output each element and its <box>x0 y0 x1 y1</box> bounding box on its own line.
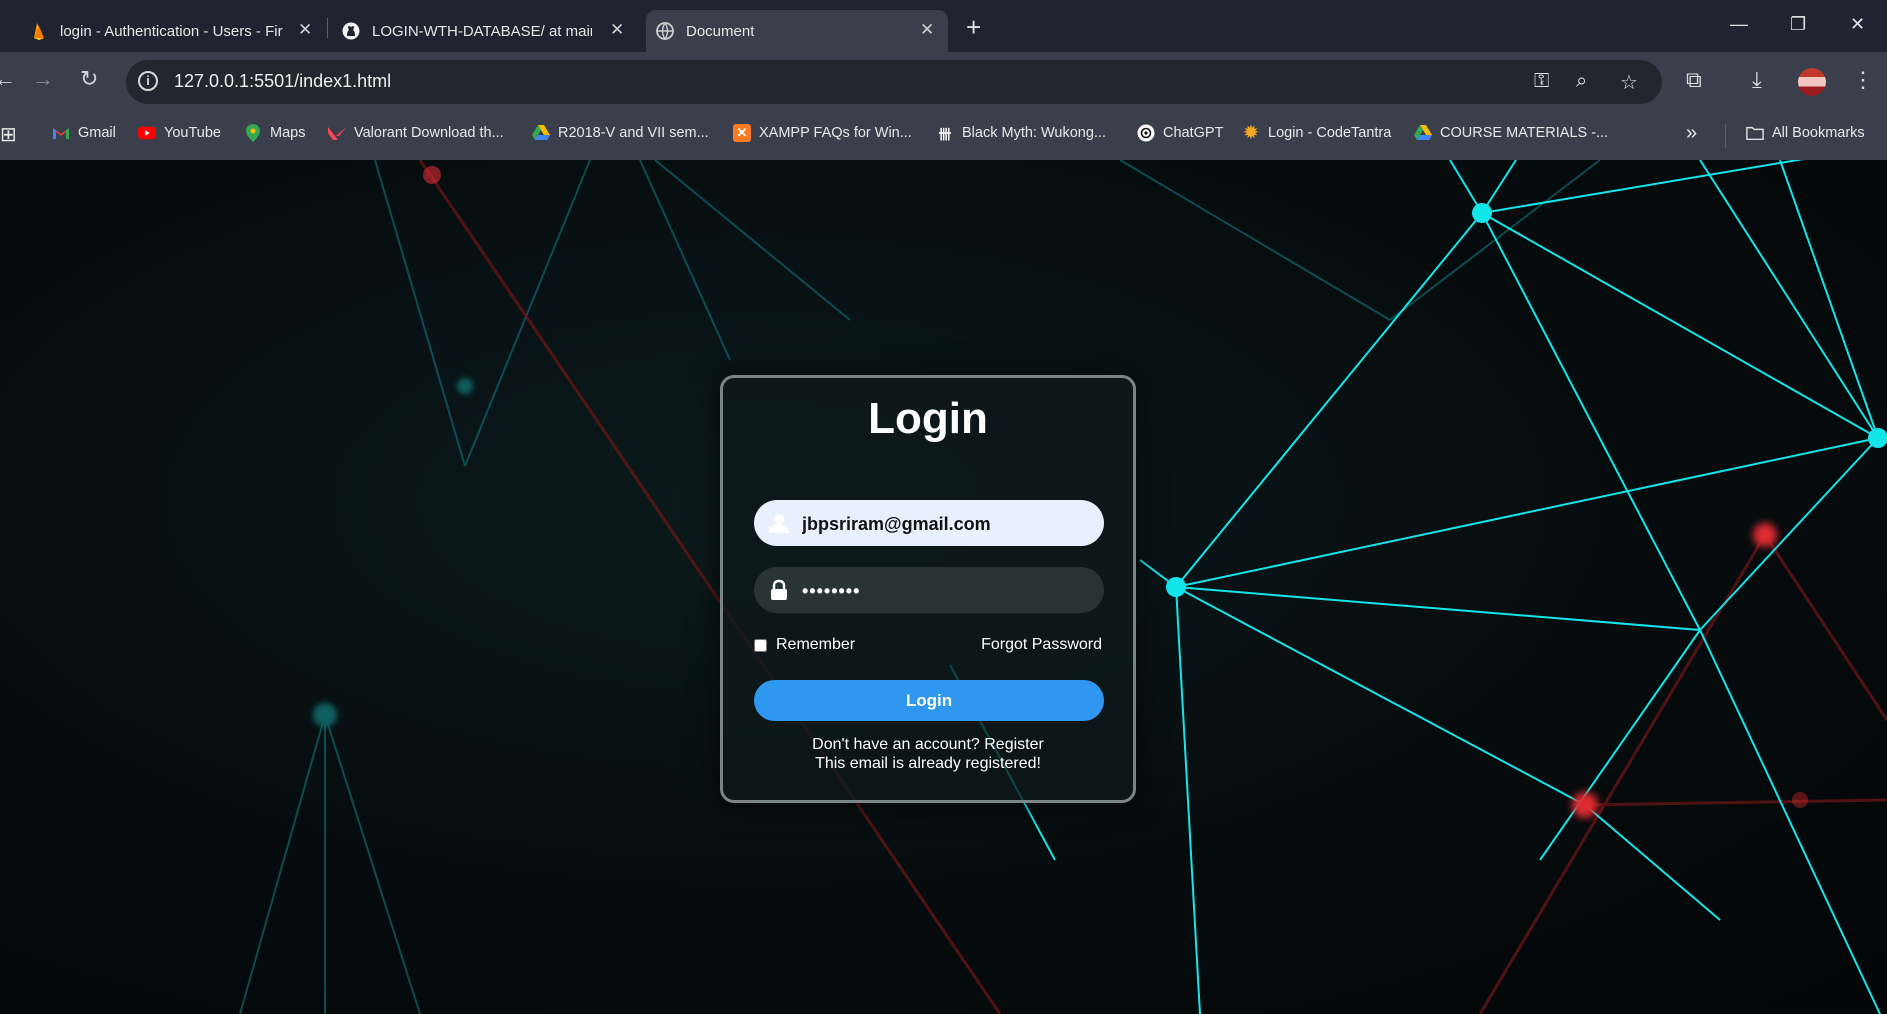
close-tab-icon[interactable]: ✕ <box>920 20 934 40</box>
tab-document[interactable]: Document ✕ <box>646 10 948 52</box>
black-myth-icon: 卌 <box>938 126 952 142</box>
bookmark-maps[interactable]: Maps <box>244 124 305 142</box>
youtube-icon <box>138 124 156 142</box>
xampp-icon: ✕ <box>733 124 751 142</box>
password-key-icon[interactable]: ⚿ <box>1534 70 1549 93</box>
close-tab-icon[interactable]: ✕ <box>298 20 312 40</box>
folder-icon <box>1746 124 1764 142</box>
tab-firebase-auth[interactable]: login - Authentication - Users - Fir ✕ <box>30 10 320 52</box>
bookmark-valorant[interactable]: Valorant Download th... <box>328 124 504 142</box>
url-text[interactable]: 127.0.0.1:5501/index1.html <box>174 71 391 92</box>
bookmark-codetantra[interactable]: ✹ Login - CodeTantra <box>1242 123 1391 142</box>
site-info-icon[interactable]: i <box>138 71 158 91</box>
register-link[interactable]: Don't have an account? Register <box>723 735 1133 754</box>
bookmark-course-materials[interactable]: COURSE MATERIALS -... <box>1414 124 1608 142</box>
gmail-icon <box>52 124 70 142</box>
password-input[interactable] <box>800 567 1094 615</box>
minimize-icon[interactable]: — <box>1730 14 1748 35</box>
status-message: This email is already registered! <box>815 755 1041 772</box>
reload-icon[interactable]: ↻ <box>80 66 98 92</box>
login-heading: Login <box>868 394 988 443</box>
extensions-icon[interactable]: ⧉ <box>1686 67 1702 93</box>
lock-icon <box>771 579 787 600</box>
remember-me[interactable]: Remember <box>754 636 855 654</box>
valorant-icon <box>328 124 346 142</box>
bookmark-star-icon[interactable]: ☆ <box>1620 70 1638 95</box>
login-button[interactable]: Login <box>754 680 1104 721</box>
tab-strip: login - Authentication - Users - Fir ✕ L… <box>0 0 1887 52</box>
close-tab-icon[interactable]: ✕ <box>610 20 624 40</box>
new-tab-icon[interactable]: + <box>966 12 981 43</box>
bookmark-chatgpt[interactable]: ChatGPT <box>1137 124 1223 142</box>
back-icon[interactable]: ← <box>0 66 16 92</box>
restore-icon[interactable]: ❐ <box>1790 14 1806 35</box>
google-drive-icon <box>1414 124 1432 142</box>
register-section: Don't have an account? Register This ema… <box>723 735 1133 773</box>
bookmarks-bar: ⊞ Gmail YouTube Maps Valorant Download t… <box>0 112 1887 161</box>
tab-github-login[interactable]: LOGIN-WTH-DATABASE/ at main · ✕ <box>342 10 632 52</box>
address-bar[interactable]: i 127.0.0.1:5501/index1.html ⚿ ⌕ ☆ <box>126 60 1662 104</box>
email-field[interactable] <box>754 500 1104 548</box>
forgot-password-link[interactable]: Forgot Password <box>981 636 1102 654</box>
user-icon <box>769 514 789 533</box>
login-card: Login Remember Forgot Password Login Don… <box>720 375 1136 803</box>
menu-icon[interactable]: ⋮ <box>1852 67 1874 93</box>
remember-checkbox[interactable] <box>754 638 767 652</box>
firebase-icon <box>30 22 48 40</box>
chatgpt-icon <box>1137 124 1155 142</box>
bookmark-gmail[interactable]: Gmail <box>52 124 116 142</box>
bookmark-black-myth[interactable]: 卌 Black Myth: Wukong... <box>936 124 1106 142</box>
all-bookmarks[interactable]: All Bookmarks <box>1746 124 1865 142</box>
apps-grid-icon[interactable]: ⊞ <box>0 122 17 147</box>
bookmark-xampp[interactable]: ✕ XAMPP FAQs for Win... <box>733 124 912 142</box>
codetantra-icon: ✹ <box>1243 123 1259 142</box>
downloads-icon[interactable]: ⤓ <box>1752 67 1762 93</box>
zoom-icon[interactable]: ⌕ <box>1576 70 1587 93</box>
globe-icon <box>656 22 674 40</box>
bookmark-r2018-sem[interactable]: R2018-V and VII sem... <box>532 124 709 142</box>
bookmark-youtube[interactable]: YouTube <box>138 124 221 142</box>
google-drive-icon <box>532 124 550 142</box>
password-field[interactable] <box>754 567 1104 615</box>
email-input[interactable] <box>800 500 1094 548</box>
remember-label: Remember <box>776 636 856 653</box>
avatar[interactable] <box>1798 68 1826 96</box>
maps-icon <box>244 124 262 142</box>
page-viewport: Login Remember Forgot Password Login Don… <box>0 160 1887 1014</box>
forward-icon[interactable]: → <box>32 66 54 92</box>
close-window-icon[interactable]: ✕ <box>1850 14 1865 35</box>
github-icon <box>342 22 360 40</box>
more-bookmarks-icon[interactable]: » <box>1686 122 1697 145</box>
